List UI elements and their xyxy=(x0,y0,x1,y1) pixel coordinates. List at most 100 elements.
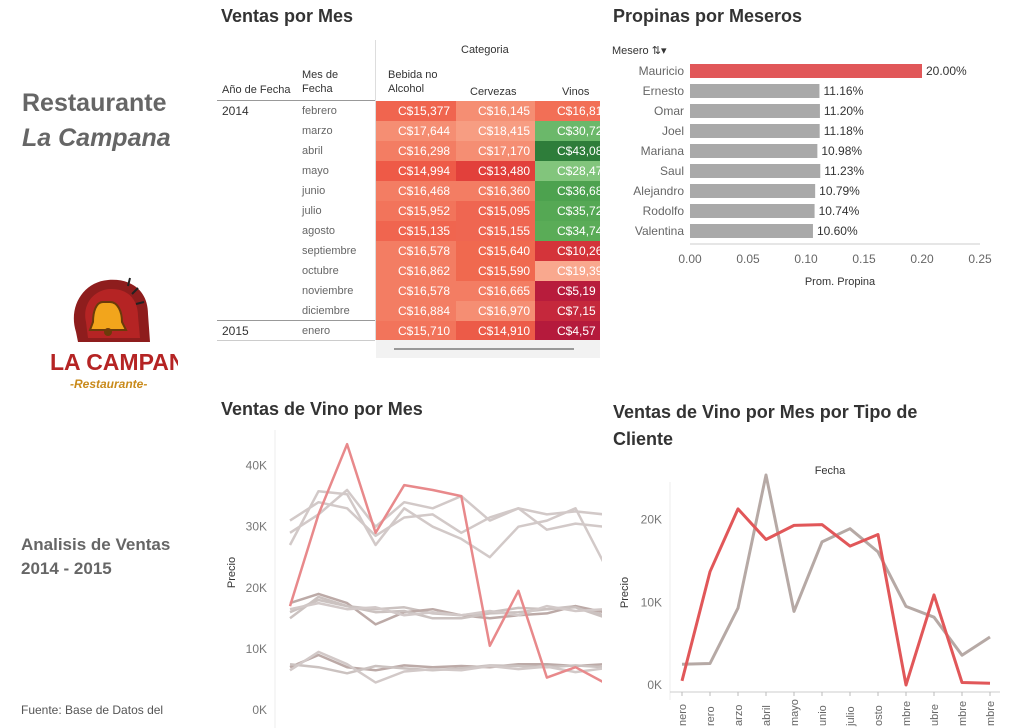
month-label: marzo xyxy=(302,125,333,137)
x-tick-label: 0.05 xyxy=(736,252,760,266)
x-tick-label: rero xyxy=(705,706,717,726)
tip-bar xyxy=(690,124,820,138)
table-cell[interactable]: C$35,72 xyxy=(535,201,600,221)
wine-client-line-chart: Fecha 0K 10K 20K Precio nero rero arzo abril mayo… xyxy=(619,465,1000,727)
waiter-label: Saul xyxy=(660,164,684,178)
table-cell[interactable]: C$30,72 xyxy=(535,121,600,141)
table-cell[interactable]: C$15,710 xyxy=(376,321,456,341)
table-cell[interactable]: C$15,095 xyxy=(456,201,535,221)
table-cell[interactable]: C$16,468 xyxy=(376,181,456,201)
waiter-label: Mauricio xyxy=(639,64,685,78)
table-cell[interactable]: C$16,862 xyxy=(376,261,456,281)
tip-value-label: 11.23% xyxy=(824,164,864,178)
table-cell[interactable]: C$16,145 xyxy=(456,101,535,121)
table-cell[interactable]: C$15,952 xyxy=(376,201,456,221)
month-label: mayo xyxy=(302,165,329,177)
tip-value-label: 10.98% xyxy=(821,144,862,158)
y-axis-title: Precio xyxy=(619,577,631,608)
x-tick-label: 0.10 xyxy=(794,252,818,266)
tip-bar xyxy=(690,224,813,238)
month-header-l1: Mes de xyxy=(302,69,339,81)
table-cell[interactable]: C$16,298 xyxy=(376,141,456,161)
waiter-label: Mariana xyxy=(641,144,685,158)
tip-value-label: 10.79% xyxy=(819,184,860,198)
col-header-bebida-l2: Alcohol xyxy=(388,83,425,95)
waiter-label: Joel xyxy=(662,124,684,138)
y-tick-label: 10K xyxy=(246,642,267,656)
table-cell[interactable]: C$4,57 xyxy=(535,321,600,341)
wine-client-chart-title: Ventas de Vino por Mes por Tipo de Clien… xyxy=(613,399,917,453)
table-cell[interactable]: C$16,81 xyxy=(535,101,600,121)
table-cell[interactable]: C$10,26 xyxy=(535,241,600,261)
table-cell[interactable]: C$16,884 xyxy=(376,301,456,321)
table-cell[interactable]: C$28,47 xyxy=(535,161,600,181)
wine-series-line xyxy=(289,488,602,534)
table-cell[interactable]: C$16,578 xyxy=(376,281,456,301)
restaurant-title-line2: La Campana xyxy=(22,124,171,152)
bell-logo-icon: LA CAMPANA -Restaurante- xyxy=(50,277,202,391)
month-label: junio xyxy=(302,185,326,197)
table-cell[interactable]: C$34,74 xyxy=(535,221,600,241)
table-cell[interactable]: C$5,19 xyxy=(535,281,600,301)
x-tick-label: mbre xyxy=(957,701,969,726)
wine-chart-title: Ventas de Vino por Mes xyxy=(221,399,423,419)
col-header-vinos[interactable]: Vinos xyxy=(562,86,589,98)
table-cell[interactable]: C$15,377 xyxy=(376,101,456,121)
table-cell[interactable]: C$13,480 xyxy=(456,161,535,181)
table-cell[interactable]: C$18,415 xyxy=(456,121,535,141)
tip-value-label: 10.60% xyxy=(817,224,858,238)
x-tick-label: 0.00 xyxy=(678,252,702,266)
x-tick-label: unio xyxy=(817,705,829,726)
table-cell[interactable]: C$14,910 xyxy=(456,321,535,341)
x-tick-label: julio xyxy=(845,706,857,727)
table-cell[interactable]: C$19,39 xyxy=(535,261,600,281)
table-cell[interactable]: C$16,970 xyxy=(456,301,535,321)
month-label: septiembre xyxy=(302,245,357,257)
y-tick-label: 0K xyxy=(647,678,662,692)
scrollbar-thumb[interactable] xyxy=(394,348,574,350)
table-cell[interactable]: C$43,08 xyxy=(535,141,600,161)
table-cell[interactable]: C$17,644 xyxy=(376,121,456,141)
table-cell[interactable]: C$7,15 xyxy=(535,301,600,321)
horizontal-scrollbar[interactable] xyxy=(376,340,600,358)
col-header-cervezas[interactable]: Cervezas xyxy=(470,86,516,98)
table-cell[interactable]: C$16,578 xyxy=(376,241,456,261)
col-header-bebida[interactable]: Bebida no Alcohol xyxy=(388,68,438,96)
data-source: Fuente: Base de Datos del xyxy=(21,703,164,717)
table-cell[interactable]: C$16,360 xyxy=(456,181,535,201)
table-cell[interactable]: C$17,170 xyxy=(456,141,535,161)
month-label: agosto xyxy=(302,225,336,237)
client-series-line xyxy=(681,473,991,666)
year-label: 2014 xyxy=(222,104,249,118)
logo-subtext: -Restaurante- xyxy=(70,377,147,391)
wine-series-line xyxy=(288,442,602,683)
waiter-label: Ernesto xyxy=(643,84,685,98)
analysis-subtitle: Analisis de Ventas 2014 - 2015 xyxy=(21,533,170,581)
table-cell[interactable]: C$16,665 xyxy=(456,281,535,301)
year-header: Año de Fecha xyxy=(222,84,291,96)
table-cell[interactable]: C$15,590 xyxy=(456,261,535,281)
table-cell[interactable]: C$14,994 xyxy=(376,161,456,181)
restaurant-title: Restaurante La Campana xyxy=(22,86,171,156)
x-tick-label: 0.20 xyxy=(910,252,934,266)
col-header-bebida-l1: Bebida no xyxy=(388,69,438,81)
table-cell[interactable]: C$15,155 xyxy=(456,221,535,241)
analysis-line1: Analisis de Ventas xyxy=(21,535,171,554)
year-label: 2015 xyxy=(222,324,249,338)
month-label: febrero xyxy=(302,105,337,117)
table-cell[interactable]: C$15,135 xyxy=(376,221,456,241)
y-tick-label: 0K xyxy=(252,703,267,717)
sales-table-title: Ventas por Mes xyxy=(221,6,354,26)
tip-value-label: 20.00% xyxy=(926,64,967,78)
x-tick-label: 0.25 xyxy=(968,252,992,266)
y-tick-label: 40K xyxy=(246,459,267,473)
y-tick-label: 20K xyxy=(641,513,662,527)
waiter-label: Valentina xyxy=(635,224,684,238)
y-axis-title: Precio xyxy=(226,557,238,588)
tips-bar-chart: Mauricio 20.00% Ernesto 11.16% Omar 11.20% Joe… xyxy=(633,64,992,288)
table-cell[interactable]: C$36,68 xyxy=(535,181,600,201)
table-cell[interactable]: C$15,640 xyxy=(456,241,535,261)
category-header: Categoria xyxy=(461,44,509,56)
waiter-label: Alejandro xyxy=(633,184,684,198)
month-label: abril xyxy=(302,145,323,157)
